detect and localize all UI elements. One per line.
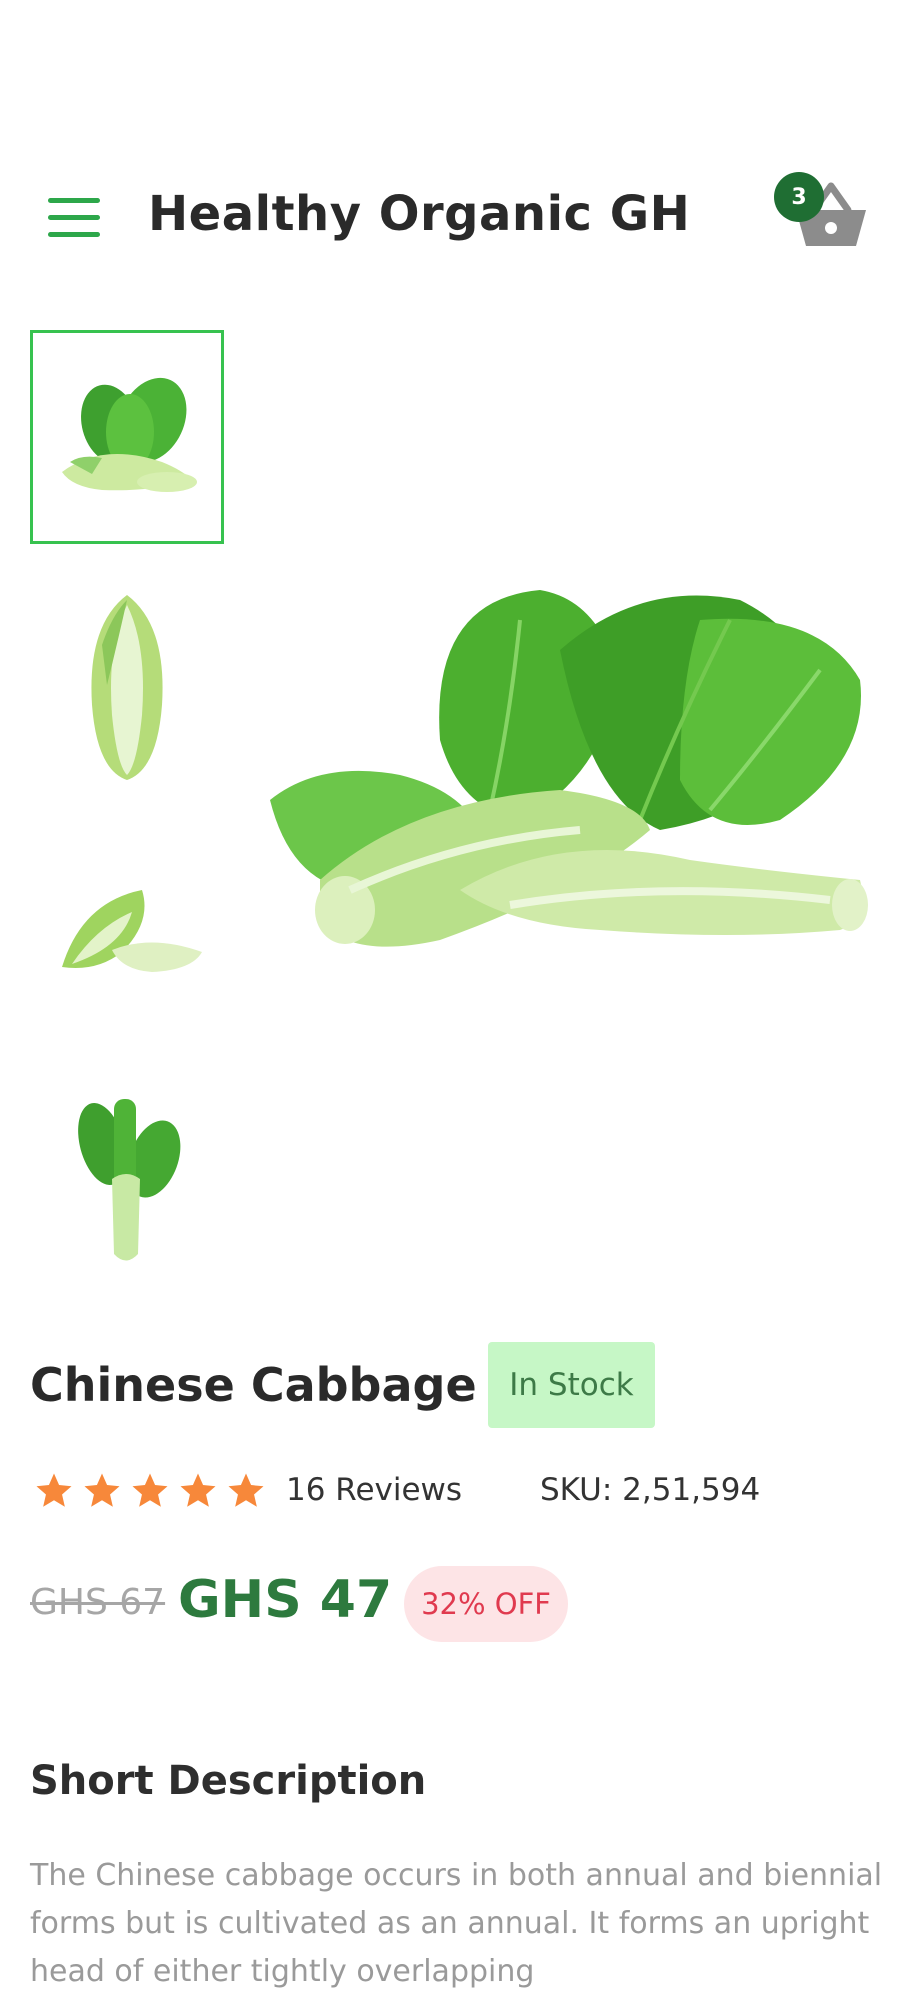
thumbnail-1[interactable] [30,330,224,544]
discount-badge: 32% OFF [404,1566,568,1642]
reviews-link[interactable]: 16 Reviews [286,1472,462,1508]
product-name: Chinese Cabbage [30,1358,477,1412]
app-header: Healthy Organic GH 3 [0,150,924,280]
cabbage-thumbnail-image [62,377,197,492]
hamburger-menu-icon[interactable] [48,198,100,238]
star-icon [132,1473,168,1507]
cabbage-head-thumbnail-image [91,595,163,780]
cart-button[interactable]: 3 [770,172,880,262]
product-main-image [260,560,880,1020]
star-icon [228,1473,264,1507]
short-description-text: The Chinese cabbage occurs in both annua… [30,1858,883,1989]
rating-stars [33,1470,267,1514]
cabbage-stalk-thumbnail-image [78,1099,181,1261]
current-price: GHS 47 [178,1570,393,1630]
thumbnail-2[interactable] [30,578,224,792]
short-description-title: Short Description [30,1758,427,1804]
stock-status-badge: In Stock [488,1342,655,1428]
star-icon [36,1473,72,1507]
star-icon [180,1473,216,1507]
app-title: Healthy Organic GH [148,186,691,242]
old-price: GHS 67 [30,1582,166,1623]
cart-count-badge: 3 [774,172,824,222]
star-icon [84,1473,120,1507]
thumbnail-3[interactable] [30,820,224,1034]
cabbage-halved-thumbnail-image [62,890,202,972]
thumbnail-4[interactable] [30,1072,224,1286]
sku-label: SKU: 2,51,594 [540,1472,761,1508]
